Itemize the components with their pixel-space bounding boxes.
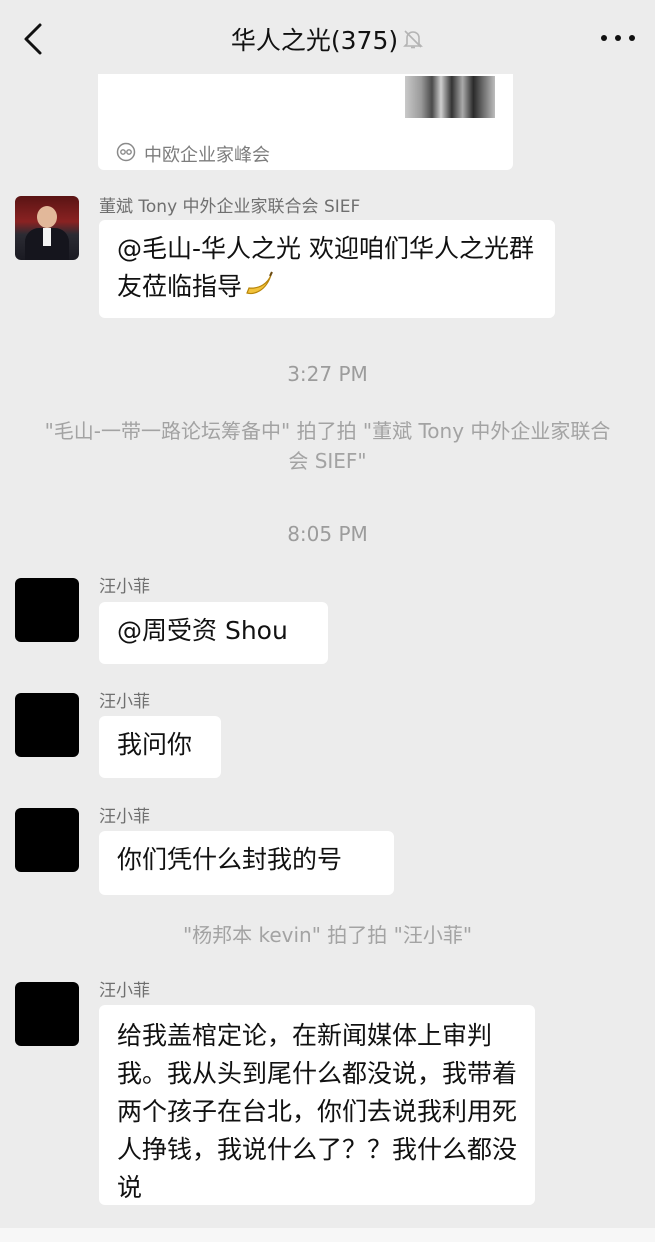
sender-name: 汪小菲 — [99, 981, 150, 1001]
message-bubble[interactable]: @毛山-华人之光 欢迎咱们华人之光群友莅临指导 — [99, 220, 555, 318]
message-text: @毛山-华人之光 欢迎咱们华人之光群友莅临指导 — [117, 234, 534, 301]
message-text: 我问你 — [117, 730, 193, 759]
message-bubble[interactable]: @周受资 Shou — [99, 602, 328, 664]
card-source: 中欧企业家峰会 — [116, 140, 270, 168]
banana-icon — [244, 269, 274, 308]
card-thumbnail — [405, 76, 495, 118]
sender-name: 汪小菲 — [99, 577, 150, 597]
timestamp: 3:27 PM — [287, 362, 368, 386]
group-name: 华人之光(375) — [230, 26, 399, 55]
more-dots-icon[interactable] — [601, 32, 635, 44]
input-bar-edge — [0, 1228, 655, 1242]
sender-name: 汪小菲 — [99, 807, 150, 827]
chat-header: 华人之光(375) — [0, 0, 655, 74]
avatar[interactable] — [15, 578, 79, 642]
chat-title: 华人之光(375) — [0, 24, 655, 59]
mini-program-icon — [116, 142, 136, 167]
message-text: @周受资 Shou — [117, 616, 288, 645]
avatar[interactable] — [15, 196, 79, 260]
system-notice: "毛山-一带一路论坛筹备中" 拍了拍 "董斌 Tony 中外企业家联合会 SIE… — [44, 419, 611, 473]
avatar[interactable] — [15, 808, 79, 872]
message-text: 你们凭什么封我的号 — [117, 845, 343, 874]
avatar[interactable] — [15, 982, 79, 1046]
bell-muted-icon — [402, 25, 424, 59]
avatar[interactable] — [15, 693, 79, 757]
system-notice: "杨邦本 kevin" 拍了拍 "汪小菲" — [182, 923, 473, 947]
card-source-label: 中欧企业家峰会 — [144, 145, 270, 166]
timestamp: 8:05 PM — [287, 522, 368, 546]
shared-card[interactable]: 中欧企业家峰会 — [98, 60, 513, 170]
sender-name: 汪小菲 — [99, 692, 150, 712]
message-bubble[interactable]: 你们凭什么封我的号 — [99, 831, 394, 895]
sender-name: 董斌 Tony 中外企业家联合会 SIEF — [99, 197, 361, 217]
message-bubble[interactable]: 我问你 — [99, 716, 221, 778]
message-bubble[interactable]: 给我盖棺定论，在新闻媒体上审判我。我从头到尾什么都没说，我带着两个孩子在台北，你… — [99, 1005, 535, 1205]
message-text: 给我盖棺定论，在新闻媒体上审判我。我从头到尾什么都没说，我带着两个孩子在台北，你… — [117, 1021, 518, 1202]
